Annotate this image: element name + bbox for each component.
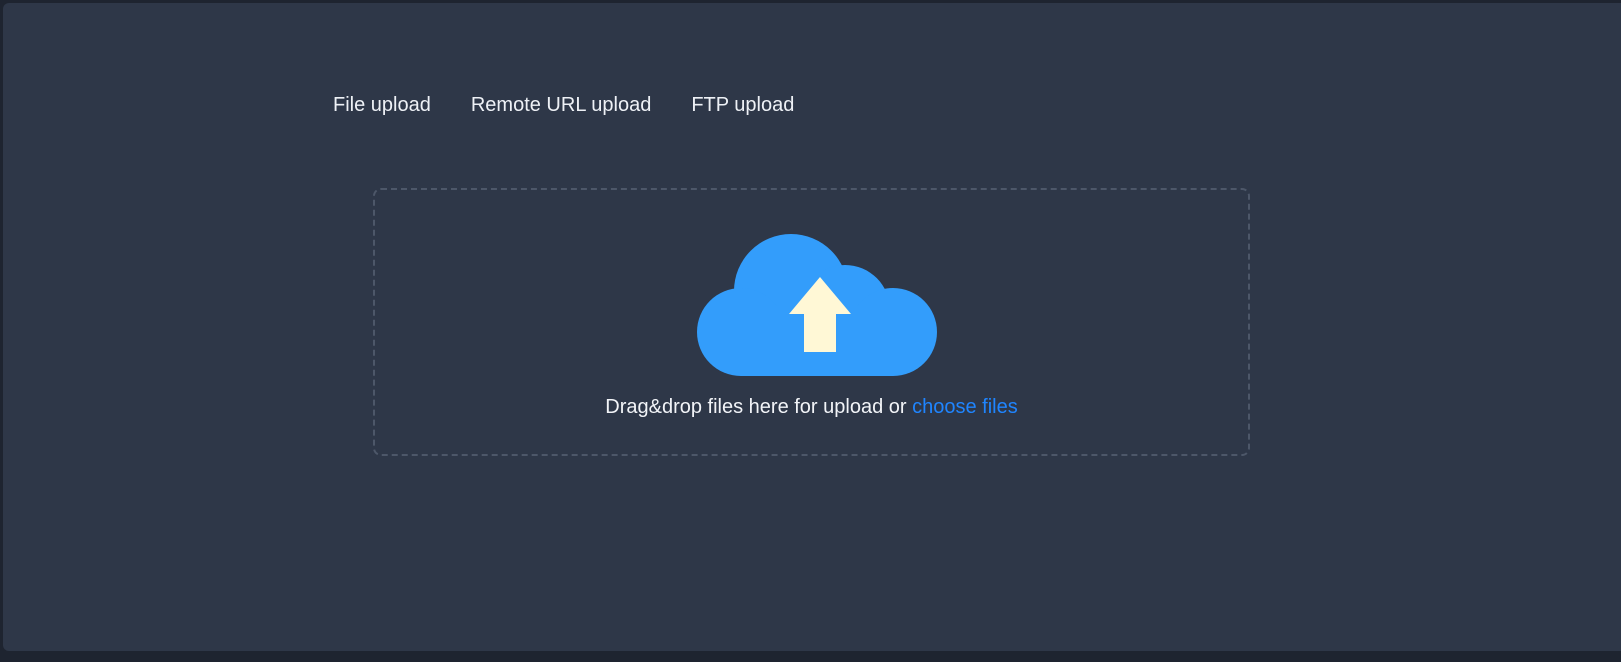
tab-remote-url-upload[interactable]: Remote URL upload	[471, 91, 651, 119]
cloud-upload-icon[interactable]	[693, 226, 949, 376]
tab-ftp-upload[interactable]: FTP upload	[691, 91, 794, 119]
dropzone-text: Drag&drop files here for upload or	[605, 396, 907, 418]
choose-files-link[interactable]: choose files	[912, 396, 1018, 418]
tab-file-upload[interactable]: File upload	[333, 91, 431, 119]
dropzone-instructions: Drag&drop files here for upload or choos…	[375, 393, 1248, 421]
upload-panel: File upload Remote URL upload FTP upload…	[3, 3, 1621, 651]
file-dropzone[interactable]: Drag&drop files here for upload or choos…	[373, 188, 1250, 456]
upload-tabs: File upload Remote URL upload FTP upload	[333, 91, 834, 119]
